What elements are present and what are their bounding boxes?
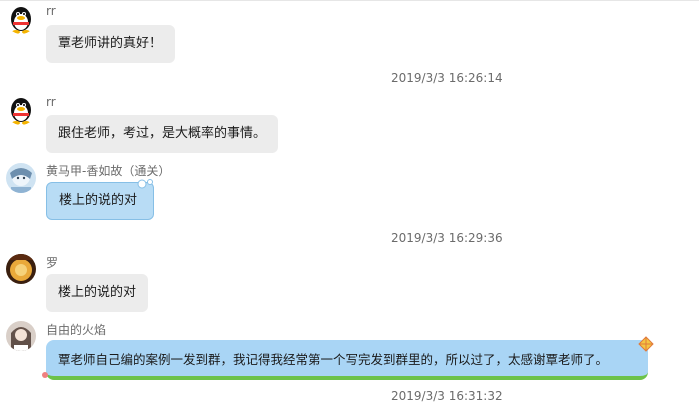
sender-name: 自由的火焰 (46, 323, 107, 337)
sender-name: 黄马甲-香如故（通关） (46, 164, 171, 178)
sender-name: rr (46, 4, 56, 18)
penguin-avatar[interactable] (6, 95, 36, 125)
avatar[interactable] (6, 254, 36, 284)
timestamp: 2019/3/3 16:29:36 (391, 231, 503, 245)
flower-decoration-icon (42, 372, 48, 378)
message-bubble[interactable]: 楼上的说的对 (46, 274, 148, 312)
timestamp: 2019/3/3 16:26:14 (391, 71, 503, 85)
timestamp: 2019/3/3 16:31:32 (391, 389, 503, 403)
message-bubble[interactable]: 跟住老师，考过，是大概率的事情。 (46, 115, 278, 153)
sender-name: rr (46, 95, 56, 109)
penguin-avatar[interactable] (6, 4, 36, 34)
avatar[interactable] (6, 321, 36, 351)
sender-name: 罗 (46, 256, 59, 270)
anime-avatar[interactable] (6, 163, 36, 193)
bubble-decoration-icon (137, 179, 153, 189)
top-divider (0, 0, 699, 1)
message-bubble[interactable]: 覃老师讲的真好！ (46, 25, 175, 63)
kite-decoration-icon (638, 336, 654, 352)
message-bubble[interactable]: 覃老师自己编的案例一发到群，我记得我经常第一个写完发到群里的，所以过了，太感谢覃… (46, 340, 648, 380)
